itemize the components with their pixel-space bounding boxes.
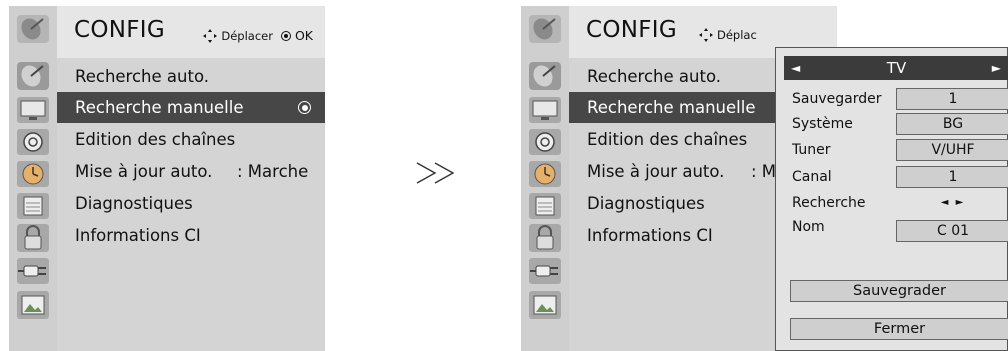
menu-item-label: Recherche manuelle (75, 98, 244, 117)
sidebar (521, 6, 569, 351)
menu-item-informations-ci[interactable]: Informations CI (57, 220, 325, 251)
row-nom: Nom C 01 (792, 216, 1008, 242)
calendar-lock-icon[interactable] (13, 191, 53, 221)
nav-hint: Déplacer OK (203, 28, 313, 43)
clock-icon[interactable] (13, 159, 53, 189)
move-arrows-icon (203, 28, 218, 43)
tv-screen-icon[interactable] (525, 95, 565, 125)
tuner-field[interactable]: V/UHF (896, 139, 1008, 161)
row-systeme: Système BG (792, 113, 1008, 137)
satellite-dish-icon[interactable] (13, 61, 53, 91)
sidebar (9, 6, 57, 351)
menu-item-label: Recherche manuelle (587, 98, 756, 117)
menu-list: Recherche auto. Recherche manuelle Editi… (57, 58, 325, 351)
plug-icon[interactable] (13, 256, 53, 286)
row-sauvegarder: Sauvegarder 1 (792, 88, 1008, 112)
speaker-icon[interactable] (525, 127, 565, 157)
menu-item-label: Recherche auto. (587, 67, 721, 86)
hint-ok-label: OK (294, 28, 313, 43)
satellite-dish-icon[interactable] (525, 14, 565, 44)
menu-item-value: : M (751, 162, 777, 181)
transition-arrow-icon (414, 160, 460, 190)
menu-item-label: Mise à jour auto. (75, 162, 213, 181)
satellite-dish-icon[interactable] (525, 61, 565, 91)
left-arrow-icon[interactable]: ◄ (791, 56, 800, 80)
menu-header: CONFIG Déplacer OK (57, 6, 325, 58)
menu-item-label: Edition des chaînes (587, 130, 748, 149)
name-field[interactable]: C 01 (896, 220, 1008, 242)
source-selector[interactable]: ◄ TV ► (784, 56, 1008, 80)
hint-move-label: Déplac (717, 28, 757, 42)
move-arrows-icon (699, 28, 713, 42)
menu-item-label: Edition des chaînes (75, 130, 236, 149)
menu-item-edition-chaines[interactable]: Edition des chaînes (57, 124, 325, 155)
page-title: CONFIG (586, 17, 678, 43)
config-panel-left: CONFIG Déplacer OK Recherche auto. Reche… (9, 6, 325, 351)
row-label: Système (792, 116, 853, 132)
calendar-lock-icon[interactable] (525, 191, 565, 221)
search-arrows[interactable]: ◄ ► (896, 192, 1008, 214)
page-title: CONFIG (74, 17, 166, 43)
menu-item-diagnostiques[interactable]: Diagnostiques (57, 188, 325, 219)
menu-item-label: Informations CI (75, 226, 201, 245)
plug-icon[interactable] (525, 256, 565, 286)
menu-item-label: Recherche auto. (75, 67, 209, 86)
row-label: Recherche (792, 195, 866, 211)
photo-icon[interactable] (525, 290, 565, 320)
menu-item-label: Mise à jour auto. (587, 162, 725, 181)
menu-item-recherche-auto[interactable]: Recherche auto. (57, 61, 325, 92)
menu-item-recherche-manuelle[interactable]: Recherche manuelle (57, 92, 325, 123)
source-label: TV (886, 59, 907, 77)
channel-field[interactable]: 1 (896, 166, 1008, 188)
selected-radio-icon (298, 101, 311, 114)
menu-item-label: Diagnostiques (75, 194, 193, 213)
clock-icon[interactable] (525, 159, 565, 189)
right-arrow-icon[interactable]: ► (992, 56, 1001, 80)
padlock-icon[interactable] (13, 223, 53, 253)
manual-search-dialog: ◄ TV ► Sauvegarder 1 Système BG Tuner V/… (775, 47, 1008, 351)
row-label: Canal (792, 169, 832, 185)
photo-icon[interactable] (13, 290, 53, 320)
nav-hint: Déplac (699, 28, 757, 42)
row-label: Tuner (792, 142, 831, 158)
row-label: Nom (792, 219, 825, 235)
padlock-icon[interactable] (525, 223, 565, 253)
hint-move-label: Déplacer (221, 28, 273, 43)
row-recherche: Recherche ◄ ► (792, 192, 1007, 216)
menu-item-mise-a-jour-auto[interactable]: Mise à jour auto. : Marche (57, 156, 325, 187)
menu-item-label: Informations CI (587, 226, 713, 245)
save-button[interactable]: Sauvegrader (790, 280, 1008, 302)
satellite-dish-icon[interactable] (13, 14, 53, 44)
tv-screen-icon[interactable] (13, 95, 53, 125)
storage-field[interactable]: 1 (896, 88, 1008, 110)
ok-icon (280, 30, 291, 41)
close-button[interactable]: Fermer (790, 318, 1008, 340)
system-field[interactable]: BG (896, 113, 1008, 135)
row-tuner: Tuner V/UHF (792, 139, 1008, 163)
speaker-icon[interactable] (13, 127, 53, 157)
menu-item-label: Diagnostiques (587, 194, 705, 213)
row-label: Sauvegarder (792, 91, 882, 107)
row-canal: Canal 1 (792, 166, 1008, 190)
menu-item-value: : Marche (237, 162, 309, 181)
